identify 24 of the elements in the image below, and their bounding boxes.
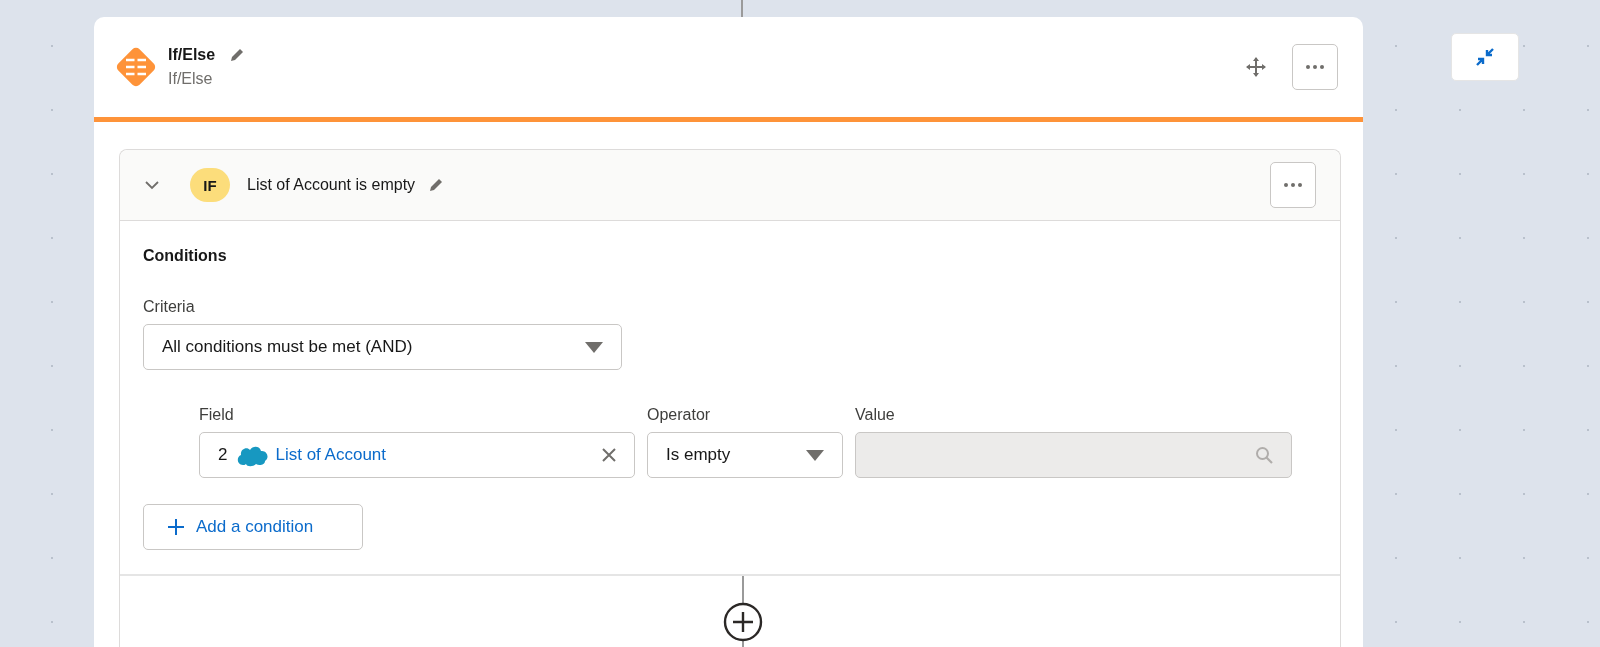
field-label: Field	[199, 406, 235, 424]
collapse-icon	[1476, 48, 1494, 66]
search-icon	[1255, 446, 1273, 464]
plus-icon	[168, 519, 184, 535]
if-badge: IF	[190, 168, 230, 202]
add-condition-button[interactable]: Add a condition	[143, 504, 363, 550]
add-element-icon[interactable]	[723, 602, 763, 642]
more-icon	[1306, 65, 1324, 69]
criteria-dropdown[interactable]: All conditions must be met (AND)	[143, 324, 622, 370]
field-label: Operator	[647, 406, 712, 424]
dropdown-icon	[585, 341, 603, 353]
move-icon[interactable]	[1246, 57, 1266, 77]
field-label: Criteria	[143, 298, 195, 316]
field-label: Value	[855, 406, 896, 424]
outcome-label: List of Account is empty	[247, 176, 416, 194]
dropdown-icon	[806, 449, 824, 461]
node-subtitle: If/Else	[168, 70, 214, 88]
operator-dropdown[interactable]: Is empty	[647, 432, 843, 478]
collapse-button[interactable]	[1451, 33, 1519, 81]
field-input[interactable]: 2 List of Account	[199, 432, 635, 478]
more-icon	[1284, 183, 1302, 187]
node-title: If/Else	[168, 46, 216, 64]
clear-icon[interactable]	[602, 448, 616, 462]
section-heading: Conditions	[143, 247, 227, 265]
